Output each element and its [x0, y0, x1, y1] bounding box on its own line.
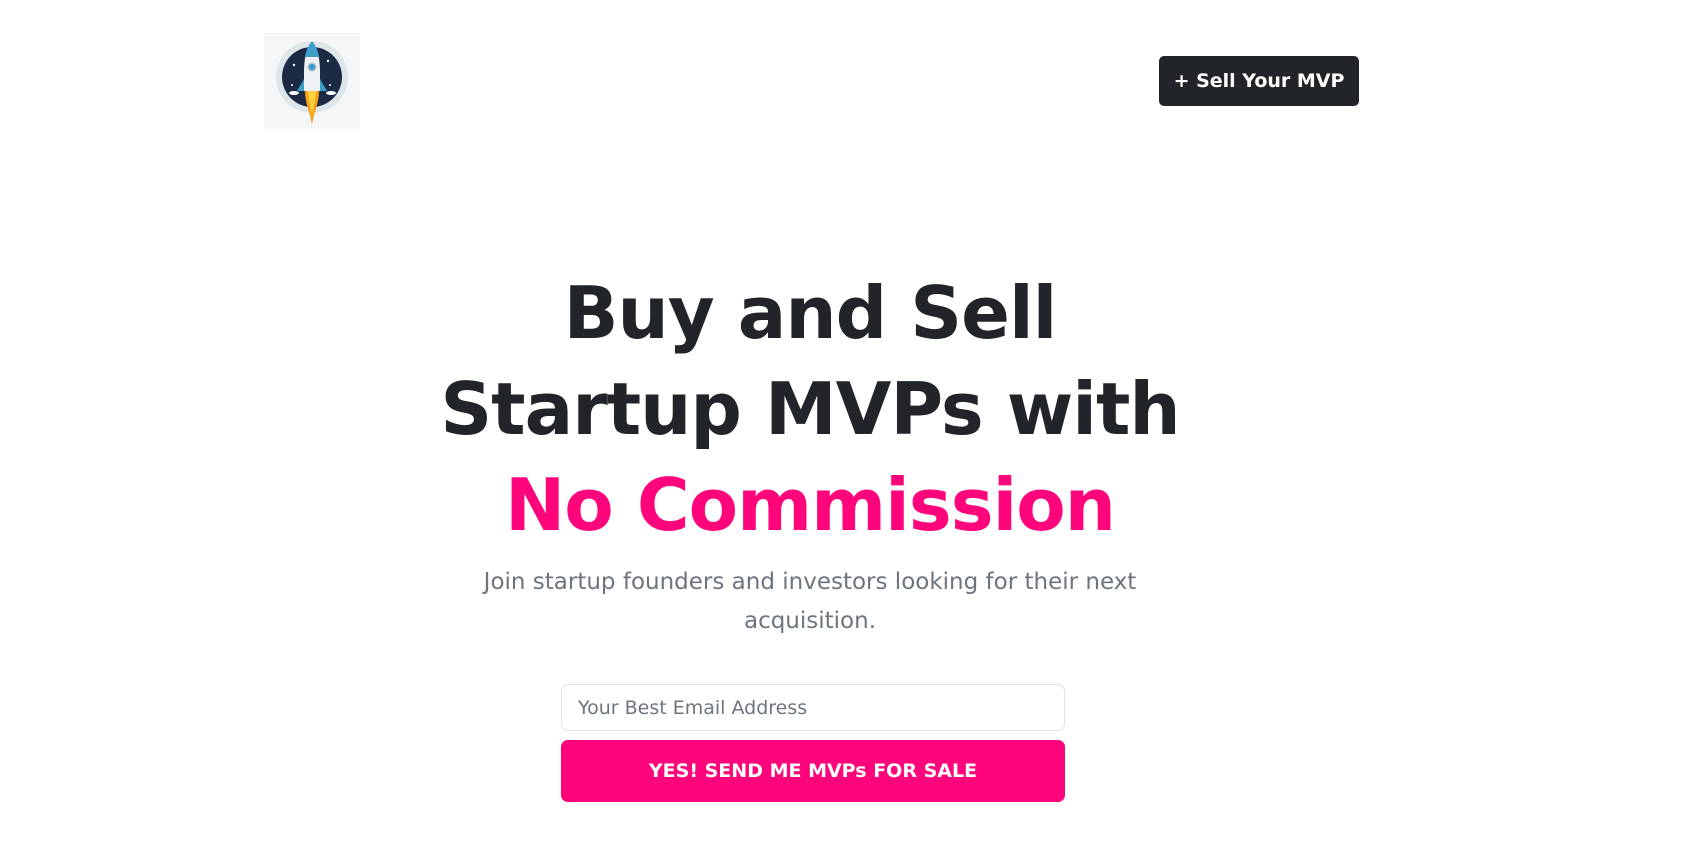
- hero-title-line-1: Buy and Sell: [563, 271, 1058, 355]
- rocket-logo-icon[interactable]: [264, 33, 360, 129]
- send-mvps-button[interactable]: YES! SEND ME MVPs FOR SALE: [561, 740, 1065, 802]
- sell-your-mvp-button[interactable]: + Sell Your MVP: [1159, 56, 1359, 106]
- landing-page: + Sell Your MVP Buy and Sell Startup MVP…: [0, 0, 1695, 867]
- hero-title: Buy and Sell Startup MVPs with No Commis…: [410, 265, 1210, 553]
- hero-title-line-2: Startup MVPs with: [440, 367, 1180, 451]
- hero-subtitle: Join startup founders and investors look…: [483, 569, 1137, 634]
- hero-title-accent: No Commission: [505, 463, 1116, 547]
- email-input[interactable]: [561, 684, 1065, 731]
- hero-section: Buy and Sell Startup MVPs with No Commis…: [410, 265, 1210, 553]
